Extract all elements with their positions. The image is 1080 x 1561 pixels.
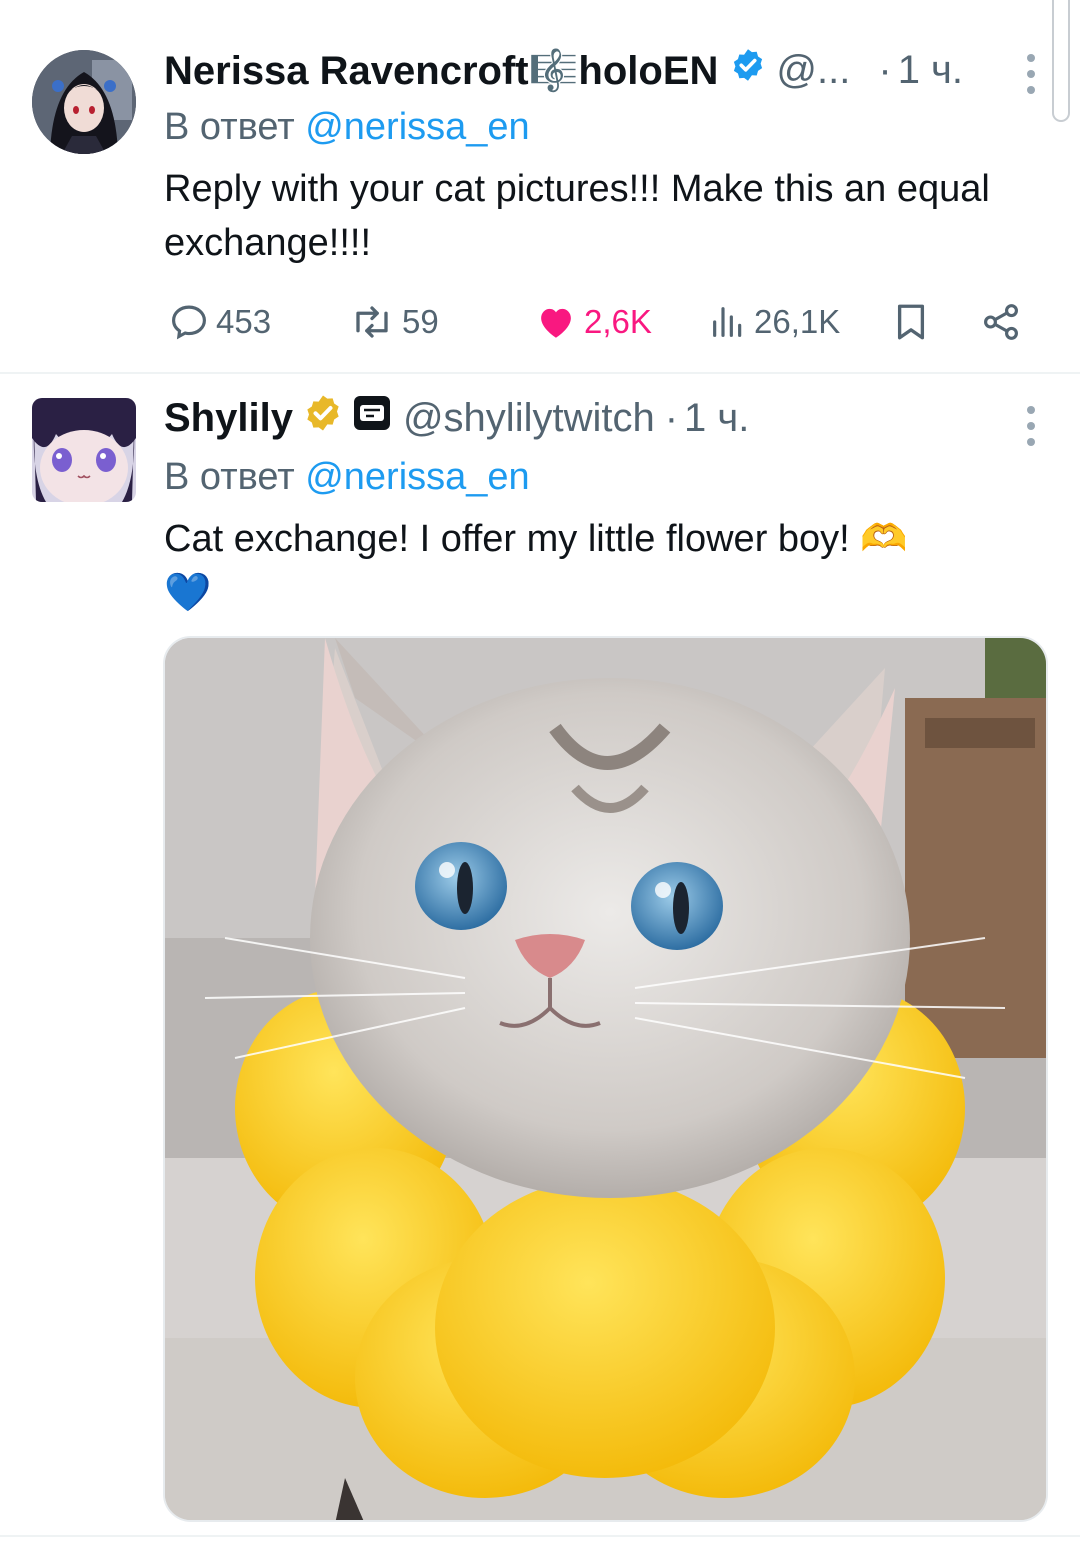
bookmark-button[interactable] (890, 294, 938, 350)
reply-mention-link[interactable]: @nerissa_en (305, 106, 529, 148)
divider (0, 1535, 1080, 1537)
like-count: 2,6K (584, 303, 652, 340)
tweet-text-line: Cat exchange! I offer my little flower b… (164, 518, 908, 560)
tweet-text: Reply with your cat pictures!!! Make thi… (164, 168, 990, 264)
reply-context: В ответ @nerissa_en (164, 106, 530, 149)
tweet-time[interactable]: 1 ч. (684, 396, 749, 441)
avatar-shylily[interactable] (32, 398, 136, 502)
tweet-time[interactable]: 1 ч. (898, 48, 963, 93)
more-options-icon[interactable] (1020, 52, 1040, 96)
avatar-nerissa[interactable] (32, 50, 136, 154)
repost-count: 59 (402, 303, 439, 340)
tweet-actions: 453 59 2,6K 26,1K (164, 294, 1034, 350)
like-button[interactable]: 2,6K (534, 294, 652, 350)
share-button[interactable] (980, 294, 1028, 350)
tweet-text-emoji: 💙 (164, 572, 212, 614)
verified-badge-icon[interactable] (730, 47, 766, 93)
tweet-text: Cat exchange! I offer my little flower b… (164, 512, 1024, 620)
tweet-shylily[interactable]: Shylily @shylilytwitch · 1 ч. В ответ @n… (0, 374, 1080, 1561)
repost-button[interactable]: 59 (348, 294, 439, 350)
author-handle[interactable]: @shylilytwitch (403, 396, 655, 441)
reply-count: 453 (216, 303, 272, 340)
affiliate-badge-icon[interactable] (353, 395, 391, 441)
tweet-photo[interactable] (163, 636, 1048, 1522)
cat-photo-illustration (165, 638, 1046, 1520)
separator-dot: · (664, 395, 679, 440)
author-name[interactable]: Nerissa Ravencroft🎼holoEN (164, 47, 718, 94)
reply-prefix: В ответ (164, 456, 295, 498)
reply-mention-link[interactable]: @nerissa_en (305, 456, 529, 498)
like-icon (541, 308, 571, 338)
tweet-header: Nerissa Ravencroft🎼holoEN @... · 1 ч. (164, 40, 963, 100)
bookmark-icon (897, 304, 925, 340)
separator-dot: · (878, 47, 892, 92)
reply-context: В ответ @nerissa_en (164, 456, 530, 499)
verified-gold-badge-icon[interactable] (303, 393, 343, 443)
author-handle[interactable]: @... (776, 48, 850, 93)
views-icon (713, 307, 742, 337)
views-button[interactable]: 26,1K (708, 294, 840, 350)
more-options-icon[interactable] (1020, 402, 1040, 446)
reply-icon (172, 305, 206, 340)
reply-prefix: В ответ (164, 106, 295, 148)
tweet-nerissa[interactable]: Nerissa Ravencroft🎼holoEN @... · 1 ч. В … (0, 0, 1080, 374)
repost-icon (356, 306, 388, 338)
tweet-header: Shylily @shylilytwitch · 1 ч. (164, 388, 749, 448)
views-count: 26,1K (754, 303, 841, 340)
share-icon (984, 304, 1018, 340)
reply-button[interactable]: 453 (168, 294, 271, 350)
author-name[interactable]: Shylily (164, 396, 293, 441)
